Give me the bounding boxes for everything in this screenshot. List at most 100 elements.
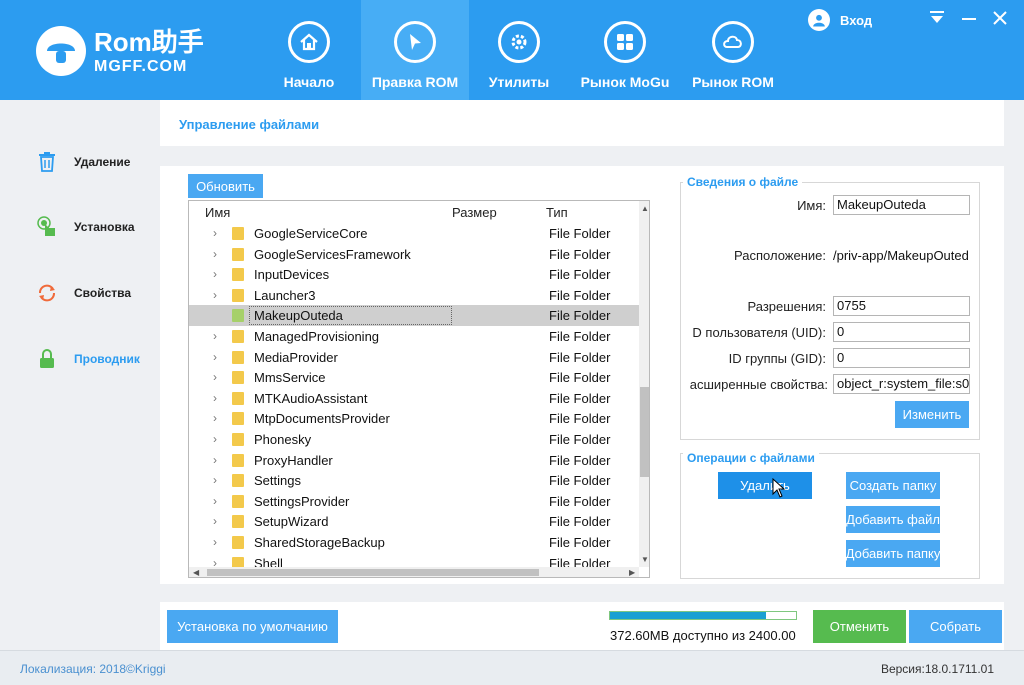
change-button[interactable]: Изменить — [895, 401, 969, 428]
file-name: Launcher3 — [254, 287, 316, 303]
nav-utilities[interactable]: Утилиты — [469, 0, 569, 100]
refresh-icon — [36, 282, 58, 304]
file-row[interactable]: › SetupWizard File Folder — [189, 511, 639, 532]
expand-chevron-icon[interactable]: › — [213, 494, 223, 508]
expand-chevron-icon[interactable]: › — [213, 329, 223, 343]
folder-icon — [232, 247, 244, 261]
expand-chevron-icon[interactable]: › — [213, 514, 223, 528]
file-row[interactable]: › SettingsProvider File Folder — [189, 491, 639, 512]
storage-text: 372.60MB доступно из 2400.00 — [610, 628, 796, 643]
refresh-button[interactable]: Обновить — [188, 174, 263, 198]
nav-home[interactable]: Начало — [257, 0, 361, 100]
file-row[interactable]: › Launcher3 File Folder — [189, 285, 639, 306]
cancel-button[interactable]: Отменить — [813, 610, 906, 643]
file-row[interactable]: › Phonesky File Folder — [189, 429, 639, 450]
column-header-name[interactable]: Имя — [205, 205, 230, 220]
name-field[interactable]: MakeupOuteda — [833, 195, 970, 215]
file-row[interactable]: › Shell File Folder — [189, 553, 639, 567]
add-file-button[interactable]: Добавить файл — [846, 506, 940, 533]
file-row[interactable]: › ProxyHandler File Folder — [189, 450, 639, 471]
permissions-field[interactable]: 0755 — [833, 296, 970, 316]
file-row[interactable]: › GoogleServicesFramework File Folder — [189, 244, 639, 265]
gid-field[interactable]: 0 — [833, 348, 970, 368]
file-row[interactable]: › MediaProvider File Folder — [189, 347, 639, 368]
scrollbar-thumb[interactable] — [640, 387, 649, 477]
file-type: File Folder — [549, 390, 611, 406]
file-type: File Folder — [549, 452, 611, 468]
expand-chevron-icon[interactable]: › — [213, 411, 223, 425]
file-name: SharedStorageBackup — [254, 535, 385, 550]
expand-chevron-icon[interactable]: › — [213, 267, 223, 281]
build-button[interactable]: Собрать — [909, 610, 1002, 643]
column-header-type[interactable]: Тип — [546, 205, 568, 220]
file-type: File Folder — [549, 514, 611, 530]
scroll-down-icon[interactable]: ▼ — [641, 555, 649, 564]
expand-chevron-icon[interactable]: › — [213, 556, 223, 567]
expand-chevron-icon[interactable]: › — [213, 473, 223, 487]
nav-edit-rom[interactable]: Правка ROM — [361, 0, 469, 100]
folder-icon — [232, 474, 244, 488]
scroll-right-icon[interactable]: ▶ — [629, 568, 635, 577]
nav-mogu-market[interactable]: Рынок MoGu — [569, 0, 681, 100]
expand-chevron-icon[interactable]: › — [213, 453, 223, 467]
default-install-button[interactable]: Установка по умолчанию — [167, 610, 338, 643]
page-title-panel: Управление файлами — [160, 100, 1004, 146]
close-icon[interactable] — [993, 8, 1007, 30]
scrollbar-thumb[interactable] — [207, 569, 539, 576]
nav-label: Рынок ROM — [692, 74, 774, 90]
expand-chevron-icon[interactable]: › — [213, 391, 223, 405]
file-row[interactable]: › MmsService File Folder — [189, 367, 639, 388]
file-row[interactable]: MakeupOuteda File Folder — [189, 305, 639, 326]
sidebar-item-properties[interactable]: Свойства — [36, 281, 131, 305]
file-row[interactable]: › SharedStorageBackup File Folder — [189, 532, 639, 553]
file-type: File Folder — [549, 555, 611, 567]
login-button[interactable]: Вход — [808, 9, 872, 31]
scroll-left-icon[interactable]: ◀ — [193, 568, 199, 577]
expand-chevron-icon[interactable]: › — [213, 350, 223, 364]
menu-dropdown-icon[interactable] — [930, 8, 944, 30]
add-folder-button[interactable]: Добавить папку — [846, 540, 940, 567]
file-type: File Folder — [549, 329, 611, 344]
folder-icon — [232, 268, 244, 282]
column-header-size[interactable]: Размер — [452, 205, 497, 220]
expand-chevron-icon[interactable]: › — [213, 432, 223, 446]
expand-chevron-icon[interactable]: › — [213, 535, 223, 549]
sidebar-item-delete[interactable]: Удаление — [36, 150, 130, 174]
vertical-scrollbar[interactable]: ▲ ▼ — [639, 201, 649, 567]
nav-rom-market[interactable]: Рынок ROM — [681, 0, 785, 100]
expand-chevron-icon[interactable]: › — [213, 226, 223, 240]
install-icon — [36, 216, 58, 238]
expand-chevron-icon[interactable]: › — [213, 288, 223, 302]
uid-field[interactable]: 0 — [833, 322, 970, 342]
file-row[interactable]: › ManagedProvisioning File Folder — [189, 326, 639, 347]
delete-button[interactable]: Удалить — [718, 472, 812, 499]
file-name: Settings — [254, 473, 301, 489]
app-header: Rom助手 MGFF.COM Начало Правка ROM Утилиты — [0, 0, 1024, 100]
file-type: File Folder — [549, 411, 611, 427]
sidebar-item-install[interactable]: Установка — [36, 215, 135, 239]
minimize-icon[interactable] — [962, 8, 976, 30]
expand-chevron-icon[interactable]: › — [213, 370, 223, 384]
file-row[interactable]: › GoogleServiceCore File Folder — [189, 223, 639, 244]
folder-icon — [232, 453, 244, 467]
file-type: File Folder — [549, 349, 611, 365]
folder-icon — [232, 350, 244, 364]
file-row[interactable]: › MtpDocumentsProvider File Folder — [189, 408, 639, 429]
nav-label: Рынок MoGu — [580, 74, 670, 90]
sidebar: Удаление Установка Свойства Проводник — [0, 100, 160, 650]
file-type: File Folder — [549, 473, 611, 489]
expand-chevron-icon[interactable]: › — [213, 247, 223, 261]
extended-attributes-field[interactable]: object_r:system_file:s0 — [833, 374, 970, 394]
file-info-title: Сведения о файле — [683, 175, 803, 189]
create-folder-button[interactable]: Создать папку — [846, 472, 940, 499]
file-row[interactable]: › MTKAudioAssistant File Folder — [189, 388, 639, 409]
file-type: File Folder — [549, 535, 611, 550]
horizontal-scrollbar[interactable]: ◀ ▶ — [189, 567, 639, 577]
folder-icon — [232, 288, 244, 302]
lock-icon — [36, 348, 58, 370]
sidebar-item-explorer[interactable]: Проводник — [36, 347, 140, 371]
file-row[interactable]: › Settings File Folder — [189, 470, 639, 491]
file-row[interactable]: › InputDevices File Folder — [189, 264, 639, 285]
file-name: MTKAudioAssistant — [254, 390, 368, 406]
scroll-up-icon[interactable]: ▲ — [641, 204, 649, 213]
